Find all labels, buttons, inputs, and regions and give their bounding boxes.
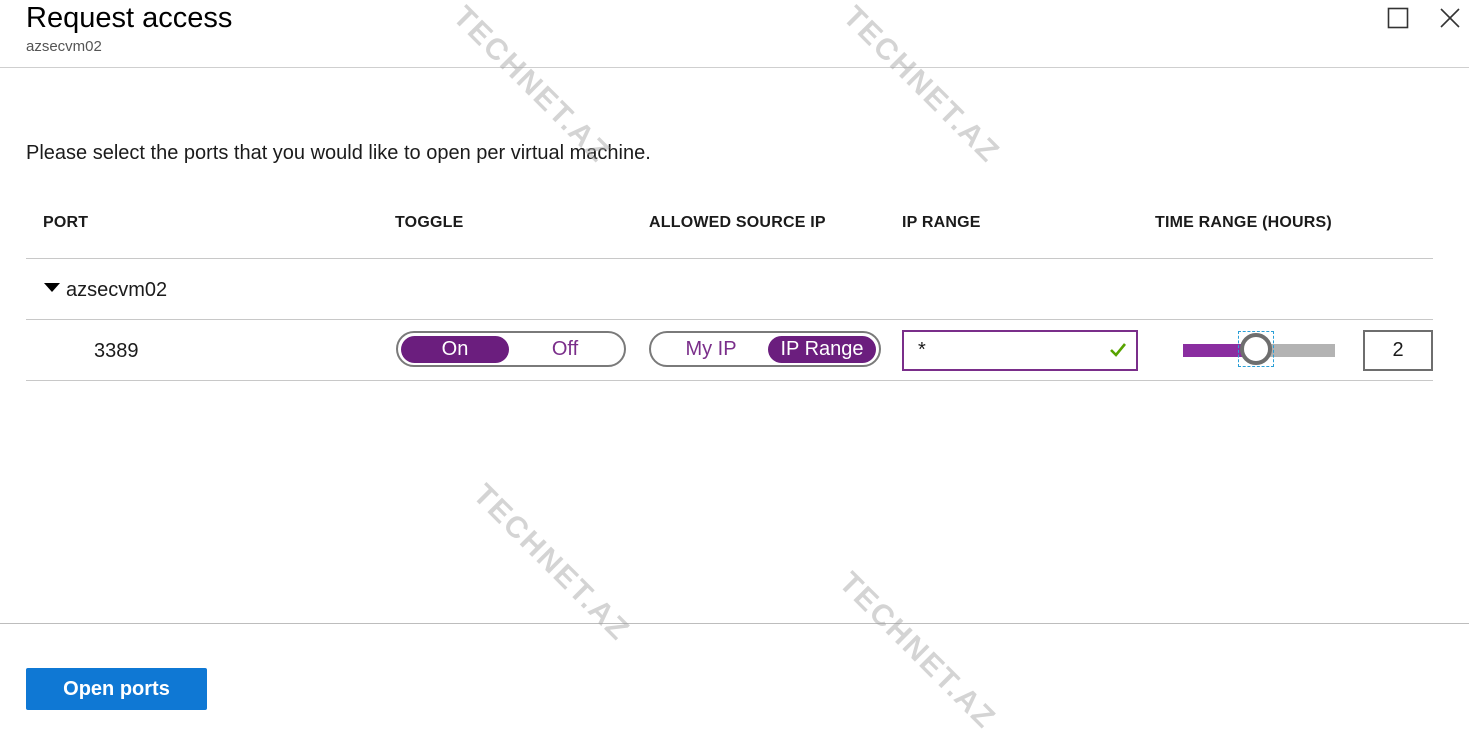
slider-thumb[interactable] — [1240, 333, 1272, 365]
intro-text: Please select the ports that you would l… — [26, 142, 651, 164]
vm-group-row: azsecvm02 — [26, 259, 1433, 320]
ip-range-input[interactable] — [904, 332, 1108, 369]
column-header-time-range: TIME RANGE (HOURS) — [1155, 214, 1332, 231]
toggle-off-option[interactable]: Off — [509, 336, 621, 363]
time-range-slider[interactable] — [1183, 330, 1335, 370]
table-header: PORT TOGGLE ALLOWED SOURCE IP IP RANGE T… — [26, 196, 1433, 259]
watermark-logo: TECHNET.AZ — [832, 566, 1002, 735]
source-ip-toggle: My IP IP Range — [649, 331, 881, 367]
time-hours-input[interactable] — [1365, 332, 1431, 369]
column-header-source-ip: ALLOWED SOURCE IP — [649, 214, 826, 231]
table-row: 3389 On Off My IP IP Range — [26, 320, 1433, 381]
watermark-text: TECHNET.AZ — [832, 566, 1003, 735]
blade-subtitle: azsecvm02 — [26, 38, 102, 55]
source-ip-range-option[interactable]: IP Range — [768, 335, 876, 363]
open-ports-button[interactable]: Open ports — [26, 668, 207, 710]
vm-group-label: azsecvm02 — [66, 279, 168, 301]
valid-check-icon — [1110, 343, 1127, 357]
column-header-port: PORT — [43, 214, 89, 231]
blade-header: Request access azsecvm02 — [0, 0, 1469, 68]
port-number: 3389 — [94, 340, 139, 362]
footer-divider — [0, 623, 1469, 624]
toggle-on-option[interactable]: On — [401, 335, 509, 363]
maximize-button[interactable] — [1384, 4, 1412, 32]
source-my-ip-option[interactable]: My IP — [654, 336, 768, 363]
request-access-blade: Request access azsecvm02 Please select t… — [0, 0, 1469, 735]
close-button[interactable] — [1436, 4, 1464, 32]
ports-table: PORT TOGGLE ALLOWED SOURCE IP IP RANGE T… — [26, 196, 1433, 381]
maximize-icon — [1387, 7, 1409, 29]
time-hours-field — [1363, 330, 1433, 371]
ip-range-field — [902, 330, 1138, 371]
port-toggle: On Off — [396, 331, 626, 367]
column-header-ip-range: IP RANGE — [902, 214, 981, 231]
collapse-triangle-icon[interactable] — [44, 283, 60, 292]
blade-title: Request access — [26, 2, 233, 34]
close-icon — [1440, 8, 1460, 28]
column-header-toggle: TOGGLE — [395, 214, 464, 231]
